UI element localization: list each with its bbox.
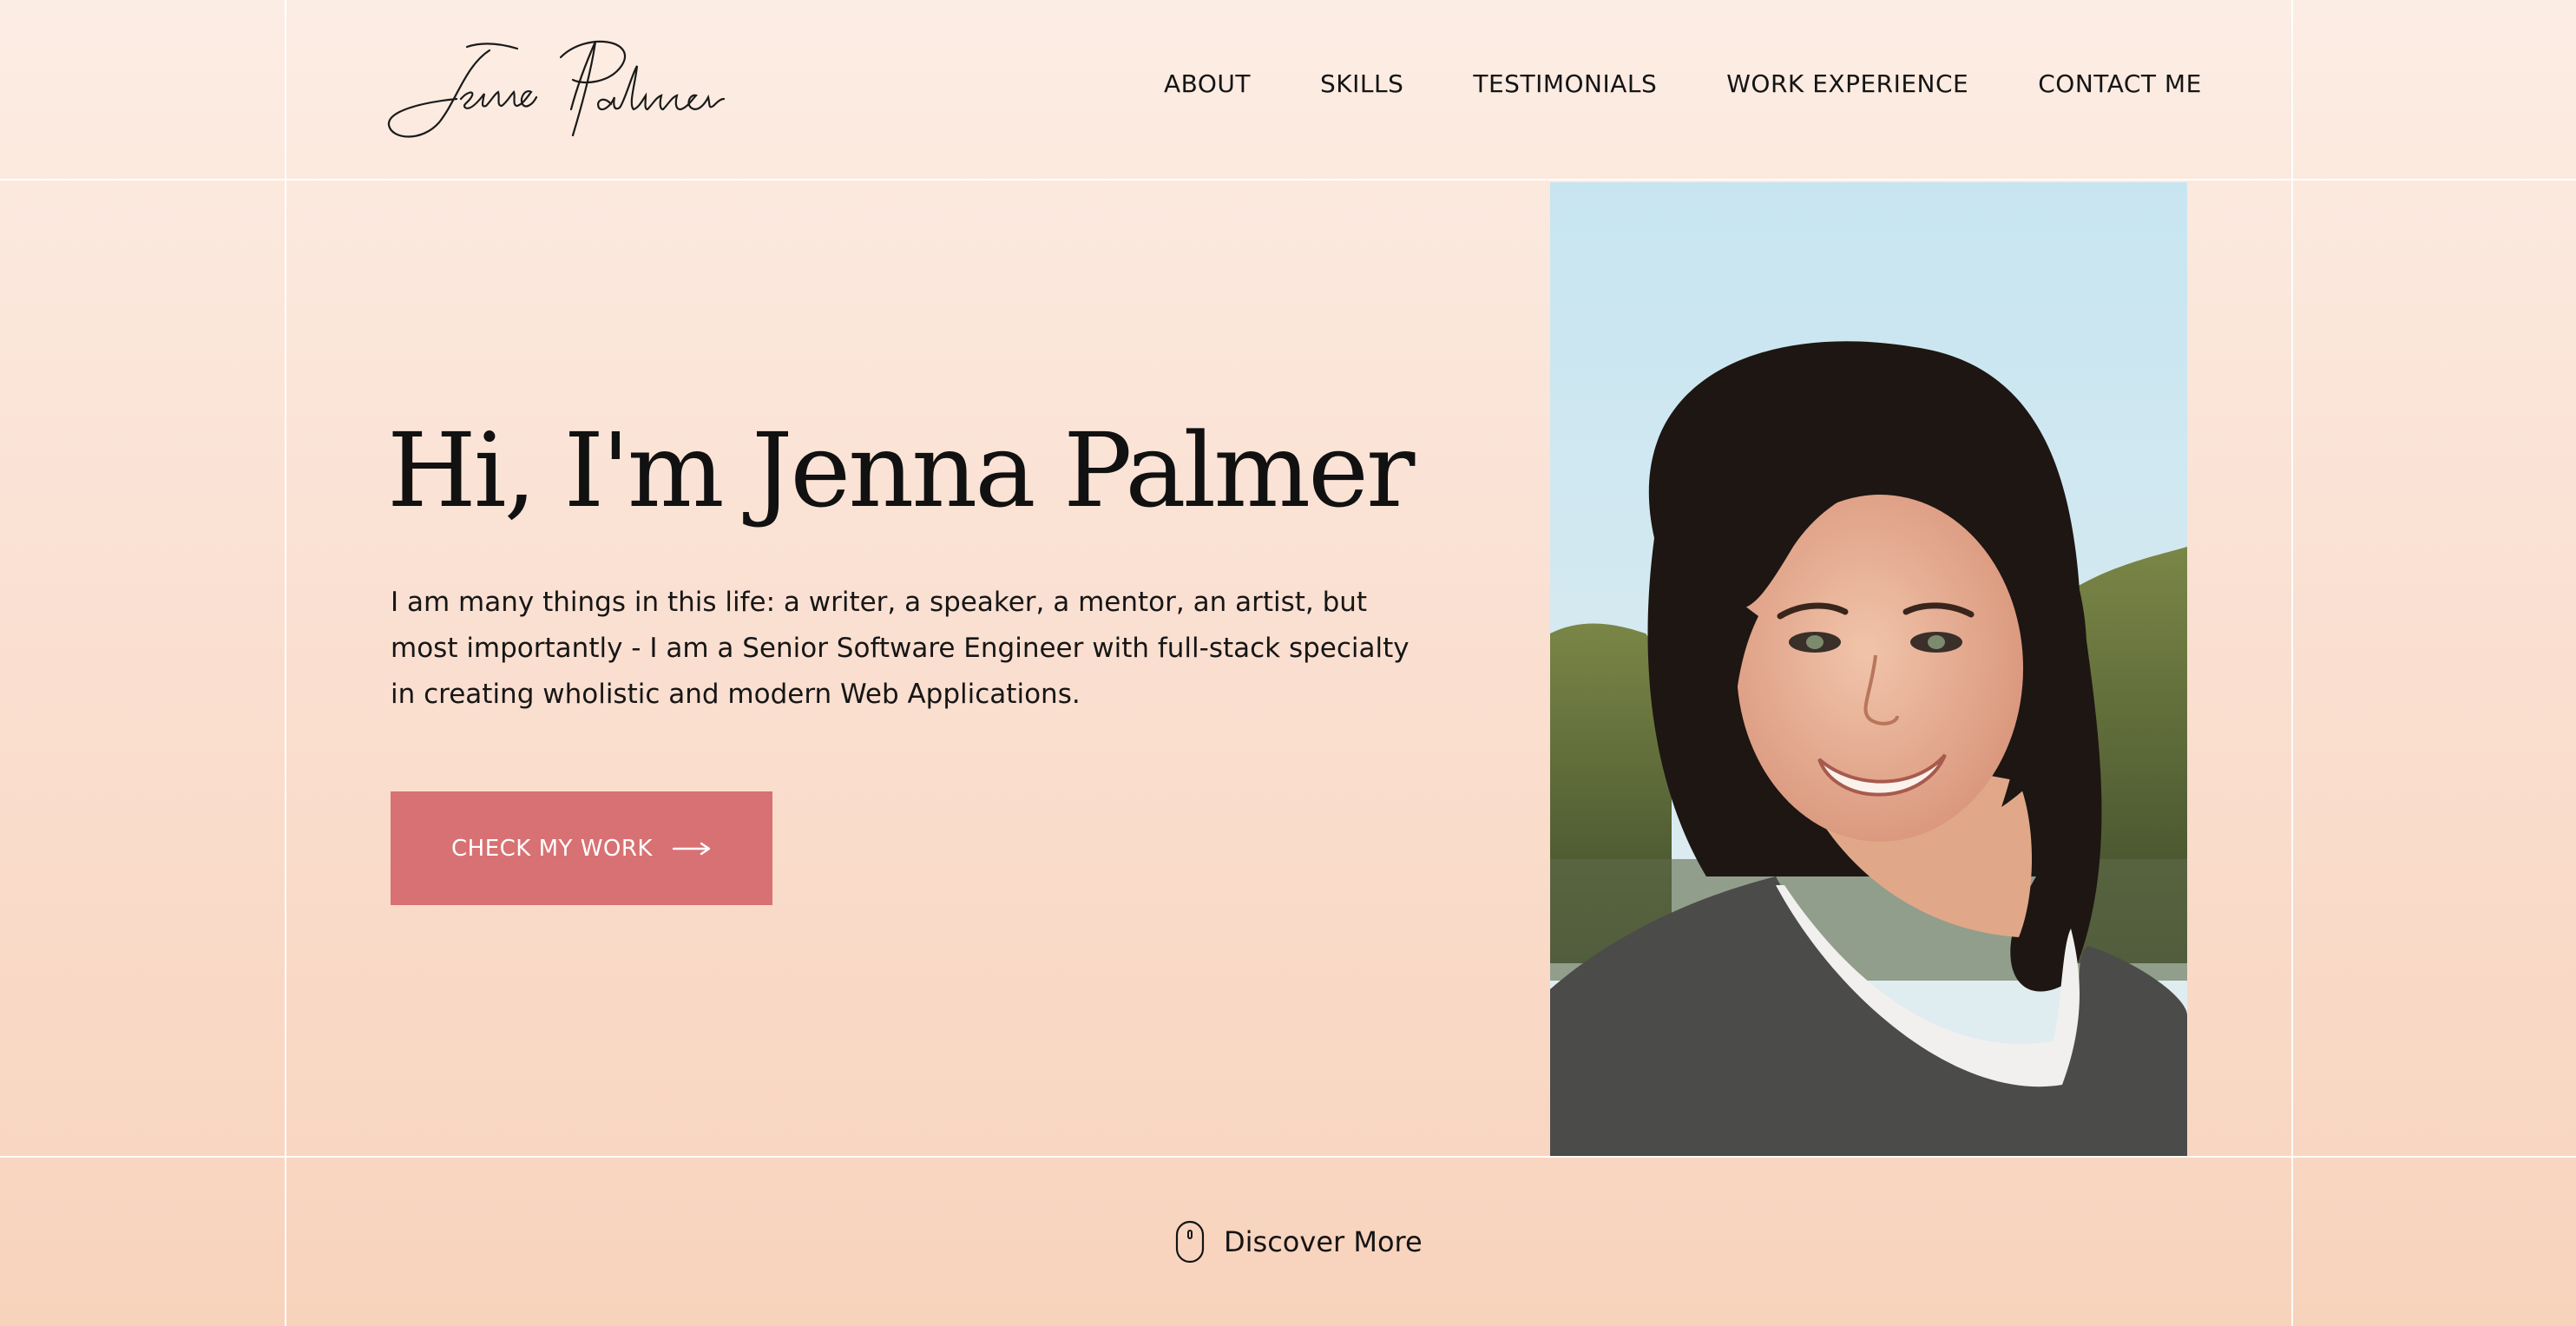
grid-line-top [0,179,2576,181]
nav-item-testimonials[interactable]: TESTIMONIALS [1473,69,1657,98]
main-nav: ABOUT SKILLS TESTIMONIALS WORK EXPERIENC… [1164,69,2202,98]
profile-photo [1550,182,2187,1156]
hero-description: I am many things in this life: a writer,… [391,587,1410,710]
nav-item-about[interactable]: ABOUT [1164,69,1251,98]
check-my-work-button[interactable]: CHECK MY WORK [391,791,772,905]
signature-logo-icon [387,40,726,138]
mouse-icon [1175,1220,1205,1264]
grid-line-bottom [0,1156,2576,1158]
hero-title: Hi, I'm Jenna Palmer [387,410,1415,530]
nav-item-contact-me[interactable]: CONTACT ME [2038,69,2202,98]
logo-signature[interactable] [387,31,726,144]
nav-item-skills[interactable]: SKILLS [1320,69,1403,98]
nav-item-work-experience[interactable]: WORK EXPERIENCE [1726,69,1968,98]
arrow-right-icon [672,842,712,856]
grid-line-right [2291,0,2293,1326]
discover-more-link[interactable]: Discover More [1175,1220,1423,1264]
grid-line-left [285,0,286,1326]
check-my-work-label: CHECK MY WORK [451,835,653,862]
discover-more-label: Discover More [1224,1225,1423,1258]
